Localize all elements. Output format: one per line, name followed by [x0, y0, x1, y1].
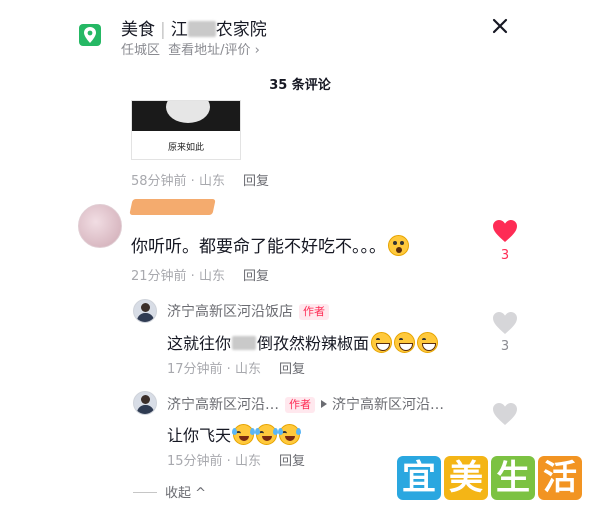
reply-text: 这就往你 倒孜然粉辣椒面 [167, 330, 439, 354]
grin-emoji-icon [417, 332, 439, 353]
reply-author[interactable]: 济宁高新区河沿… 作者 济宁高新区河沿… [167, 394, 444, 414]
redacted-username[interactable] [129, 199, 216, 215]
reply-meta: 15分钟前 · 山东 回复 [167, 450, 305, 469]
reply-meta: 17分钟前 · 山东 回复 [167, 358, 305, 377]
reply-text-content: 让你飞天 [167, 426, 232, 445]
shocked-emoji-icon [388, 235, 409, 256]
comment-meta: 21分钟前 · 山东 回复 [131, 265, 269, 284]
author-badge: 作者 [299, 304, 329, 320]
collapse-replies-button[interactable]: 收起 ^ [133, 482, 206, 501]
collapse-divider [133, 492, 157, 493]
reply-to-arrow-icon [321, 400, 327, 408]
comment-meta: 58分钟前 · 山东 回复 [131, 170, 269, 189]
reply-avatar[interactable] [133, 391, 157, 415]
author-badge: 作者 [285, 397, 315, 413]
grin-emoji-icon [394, 332, 416, 353]
watermark-char: 活 [538, 456, 582, 500]
district-label: 任城区 [121, 43, 161, 58]
watermark-char: 美 [444, 456, 488, 500]
reply-text-start: 这就往你 [167, 334, 232, 353]
grin-emoji-icon [371, 332, 393, 353]
close-icon[interactable] [490, 16, 510, 36]
reply-to-name: 济宁高新区河沿… [332, 397, 444, 413]
title-separator: | [160, 20, 166, 40]
avatar[interactable] [78, 204, 122, 248]
comment-text: 你听听。都要命了能不好吃不。。。 [131, 232, 409, 257]
reply-text-end: 倒孜然粉辣椒面 [257, 334, 370, 353]
place-title[interactable]: 美食 | 江 农家院 [121, 15, 267, 40]
reply-button[interactable]: 回复 [279, 362, 305, 377]
redacted-text [232, 336, 257, 350]
reply-author[interactable]: 济宁高新区河沿饭店 作者 [167, 301, 329, 321]
like-count: 3 [500, 248, 510, 263]
place-name-prefix: 江 [170, 20, 188, 40]
reply-time: 17分钟前 · 山东 [167, 362, 261, 377]
place-subtitle: 任城区 查看地址/评价 › [121, 39, 260, 58]
laughing-tears-emoji-icon [255, 424, 279, 445]
place-name-suffix: 农家院 [215, 20, 267, 40]
watermark-logo: 宜 美 生 活 [397, 456, 583, 502]
comment-image[interactable]: 原来如此 [131, 100, 241, 160]
reply-button[interactable]: 回复 [243, 174, 269, 189]
like-count: 3 [500, 339, 510, 354]
watermark-char: 生 [491, 456, 535, 500]
image-caption: 原来如此 [167, 143, 204, 153]
laughing-tears-emoji-icon [278, 424, 302, 445]
reply-avatar[interactable] [133, 299, 157, 323]
author-name: 济宁高新区河沿… [167, 397, 279, 413]
reply-button[interactable]: 回复 [279, 454, 305, 469]
comment-count: 35 条评论 [269, 78, 331, 93]
reply-button[interactable]: 回复 [243, 269, 269, 284]
comment-time: 21分钟前 · 山东 [131, 269, 225, 284]
image-content [132, 101, 240, 131]
redacted-name [187, 21, 216, 37]
laughing-tears-emoji-icon [232, 424, 256, 445]
comment-time: 58分钟前 · 山东 [131, 174, 225, 189]
reply-time: 15分钟前 · 山东 [167, 454, 261, 469]
collapse-label: 收起 ^ [165, 486, 207, 501]
watermark-char: 宜 [397, 456, 441, 500]
comment-text-content: 你听听。都要命了能不好吃不。。。 [131, 237, 386, 257]
author-name: 济宁高新区河沿饭店 [167, 304, 293, 320]
like-heart-icon[interactable] [492, 402, 518, 426]
category-label: 美食 [121, 20, 155, 40]
like-heart-icon[interactable] [492, 219, 518, 243]
address-link[interactable]: 查看地址/评价 › [168, 43, 260, 58]
location-pin-icon [79, 24, 101, 46]
like-heart-icon[interactable] [492, 311, 518, 335]
reply-text: 让你飞天 [167, 422, 302, 446]
